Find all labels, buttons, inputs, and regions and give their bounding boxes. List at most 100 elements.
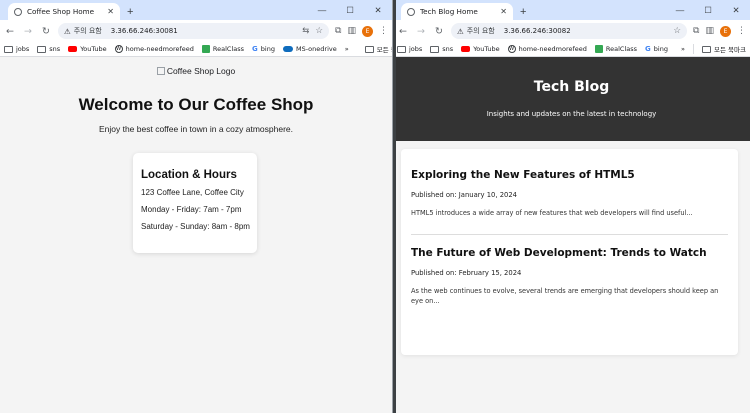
close-window-icon[interactable]: ✕ — [722, 5, 750, 16]
bookmark-star-icon[interactable]: ☆ — [673, 26, 681, 36]
globe-icon — [407, 7, 415, 16]
post-excerpt: HTML5 introduces a wide array of new fea… — [411, 209, 693, 217]
bookmark-youtube[interactable]: YouTube — [68, 45, 107, 53]
bookmark-jobs[interactable]: jobs — [4, 45, 29, 53]
bookmarks-separator — [693, 44, 695, 54]
tab-coffee-shop-home[interactable]: Coffee Shop Home ✕ — [8, 3, 120, 20]
close-window-icon[interactable]: ✕ — [364, 5, 392, 16]
bookmarks-bar: jobs sns YouTube Whome-needmorefeed Real… — [0, 42, 392, 57]
posts-container: Exploring the New Features of HTML5 Publ… — [401, 149, 738, 355]
forward-arrow-icon[interactable]: → — [22, 26, 34, 37]
youtube-icon — [461, 46, 471, 52]
side-panel-icon[interactable]: ▥ — [347, 26, 356, 36]
window-controls: — ☐ ✕ — [308, 0, 392, 20]
close-tab-icon[interactable]: ✕ — [500, 7, 507, 16]
weekday-hours: Monday - Friday: 7am - 7pm — [141, 205, 242, 214]
bookmark-bing[interactable]: Gbing — [252, 45, 275, 53]
tech-blog-browser-window: Tech Blog Home ✕ + — ☐ ✕ ← → ↻ ⚠ 주의 요함 3… — [393, 0, 750, 413]
coffee-shop-logo: Coffee Shop Logo — [0, 66, 392, 76]
logo-alt-text: Coffee Shop Logo — [166, 66, 236, 76]
new-tab-button[interactable]: + — [127, 6, 133, 18]
wordpress-icon: W — [507, 45, 516, 53]
coffee-shop-browser-window: Coffee Shop Home ✕ + — ☐ ✕ ← → ↻ ⚠ 주의 요함… — [0, 0, 393, 413]
bookmark-realclass[interactable]: RealClass — [594, 45, 637, 53]
url-text[interactable]: 3.36.66.246:30082 — [504, 27, 668, 35]
post-title[interactable]: Exploring the New Features of HTML5 — [411, 169, 728, 181]
window-divider — [393, 0, 396, 413]
maximize-icon[interactable]: ☐ — [336, 5, 364, 16]
warning-icon: ⚠ — [64, 26, 71, 36]
bookmark-bing[interactable]: Gbing — [645, 45, 668, 53]
reload-icon[interactable]: ↻ — [40, 26, 52, 37]
all-bookmarks-folder[interactable]: 모든 북마크 — [702, 44, 746, 54]
wordpress-icon: W — [114, 45, 123, 53]
translate-icon[interactable]: ⇆ — [302, 26, 309, 36]
coffee-shop-page: Coffee Shop Logo Welcome to Our Coffee S… — [0, 57, 392, 413]
maximize-icon[interactable]: ☐ — [694, 5, 722, 16]
broken-image-icon — [156, 67, 165, 75]
bookmark-sns[interactable]: sns — [430, 45, 453, 53]
back-arrow-icon[interactable]: ← — [4, 26, 16, 37]
bookmark-jobs[interactable]: jobs — [397, 45, 422, 53]
new-tab-button[interactable]: + — [520, 6, 526, 18]
address-bar[interactable]: ⚠ 주의 요함 3.36.66.246:30082 ☆ — [451, 23, 688, 39]
profile-avatar[interactable]: E — [720, 25, 731, 37]
folder-icon — [702, 45, 712, 53]
tab-title: Coffee Shop Home — [27, 7, 95, 16]
close-tab-icon[interactable]: ✕ — [107, 7, 114, 16]
blog-title: Tech Blog — [533, 79, 610, 95]
card-title: Location & Hours — [141, 169, 237, 181]
google-icon: G — [252, 45, 258, 53]
browser-toolbar: ← → ↻ ⚠ 주의 요함 3.36.66.246:30082 ☆ ⧉ ▥ E … — [393, 20, 750, 42]
menu-kebab-icon[interactable]: ⋮ — [737, 26, 746, 36]
extensions-icon[interactable]: ⧉ — [335, 26, 341, 36]
folder-icon — [4, 45, 13, 53]
back-arrow-icon[interactable]: ← — [397, 26, 409, 37]
bookmark-home-needmorefeed[interactable]: Whome-needmorefeed — [114, 45, 194, 53]
url-text[interactable]: 3.36.66.246:30081 — [111, 27, 297, 35]
desktop: Coffee Shop Home ✕ + — ☐ ✕ ← → ↻ ⚠ 주의 요함… — [0, 0, 750, 413]
onedrive-cloud-icon — [282, 46, 293, 52]
realclass-icon — [594, 45, 603, 53]
profile-avatar[interactable]: E — [362, 25, 373, 37]
tech-blog-page: Tech Blog Insights and updates on the la… — [393, 57, 750, 413]
folder-icon — [37, 45, 47, 53]
security-label[interactable]: 주의 요함 — [467, 26, 495, 36]
page-subtitle: Enjoy the best coffee in town in a cozy … — [98, 124, 294, 134]
tab-strip: Tech Blog Home ✕ + — ☐ ✕ — [393, 0, 750, 20]
google-icon: G — [645, 45, 651, 53]
more-bookmarks-button[interactable]: » — [681, 45, 685, 53]
forward-arrow-icon[interactable]: → — [415, 26, 427, 37]
bookmark-youtube[interactable]: YouTube — [461, 45, 500, 53]
blog-post: The Future of Web Development: Trends to… — [411, 234, 728, 306]
more-bookmarks-button[interactable]: » — [345, 45, 349, 53]
minimize-icon[interactable]: — — [666, 5, 694, 15]
location-hours-card: Location & Hours 123 Coffee Lane, Coffee… — [133, 153, 257, 253]
side-panel-icon[interactable]: ▥ — [705, 26, 714, 36]
bookmark-home-needmorefeed[interactable]: Whome-needmorefeed — [507, 45, 587, 53]
tab-tech-blog-home[interactable]: Tech Blog Home ✕ — [401, 3, 513, 20]
bookmark-star-icon[interactable]: ☆ — [315, 26, 323, 36]
reload-icon[interactable]: ↻ — [433, 26, 445, 37]
minimize-icon[interactable]: — — [308, 5, 336, 15]
blog-post: Exploring the New Features of HTML5 Publ… — [411, 149, 728, 218]
folder-icon — [364, 45, 374, 53]
address-text: 123 Coffee Lane, Coffee City — [141, 188, 244, 197]
folder-icon — [430, 45, 440, 53]
post-title[interactable]: The Future of Web Development: Trends to… — [411, 247, 728, 259]
tab-strip: Coffee Shop Home ✕ + — ☐ ✕ — [0, 0, 392, 20]
bookmark-realclass[interactable]: RealClass — [201, 45, 244, 53]
tab-title: Tech Blog Home — [420, 7, 478, 16]
post-excerpt: As the web continues to evolve, several … — [411, 287, 719, 305]
warning-icon: ⚠ — [457, 26, 464, 36]
security-label[interactable]: 주의 요함 — [74, 26, 102, 36]
post-date: Published on: February 15, 2024 — [411, 269, 522, 277]
extensions-icon[interactable]: ⧉ — [693, 26, 699, 36]
all-bookmarks-folder[interactable]: 모든 북마크 — [364, 44, 392, 54]
bookmark-ms-onedrive[interactable]: MS-onedrive — [282, 45, 337, 53]
bookmark-sns[interactable]: sns — [37, 45, 60, 53]
globe-icon — [14, 7, 22, 16]
menu-kebab-icon[interactable]: ⋮ — [379, 26, 388, 36]
address-bar[interactable]: ⚠ 주의 요함 3.36.66.246:30081 ⇆ ☆ — [58, 23, 330, 39]
post-date: Published on: January 10, 2024 — [411, 191, 517, 199]
